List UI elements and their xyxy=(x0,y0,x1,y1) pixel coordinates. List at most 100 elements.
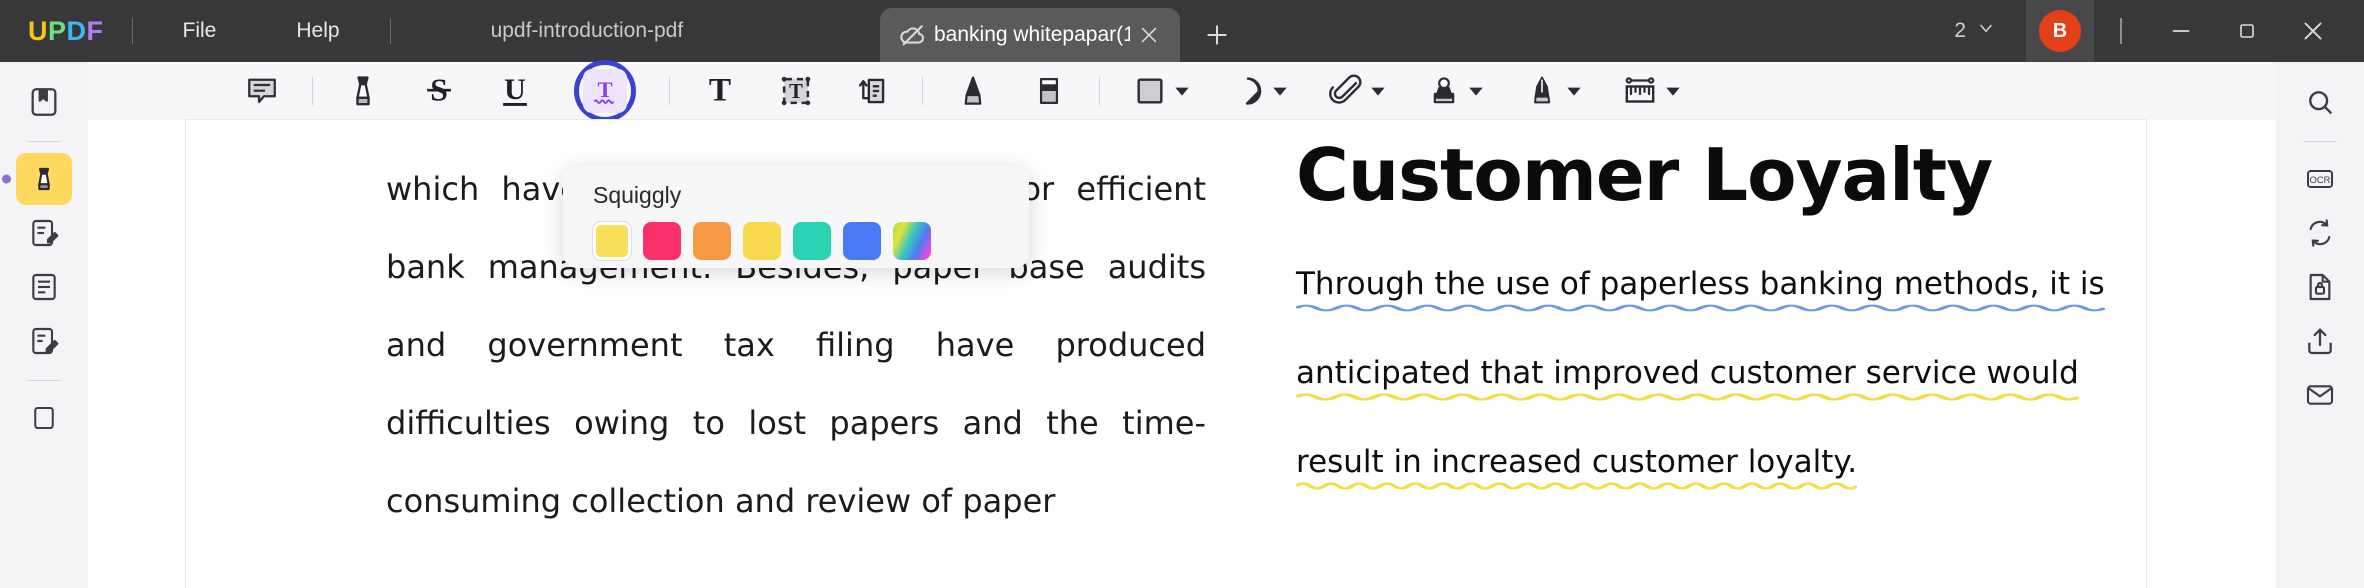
search-button[interactable] xyxy=(2292,76,2348,128)
logo-letter-u: U xyxy=(28,15,48,46)
document-heading: Customer Loyalty xyxy=(1296,133,1993,217)
svg-text:U: U xyxy=(504,72,526,106)
swatch-pink[interactable] xyxy=(643,222,681,260)
titlebar-divider-3 xyxy=(2120,18,2122,44)
share-button[interactable] xyxy=(2292,315,2348,367)
annotated-line-3[interactable]: result in increased customer loyalty. xyxy=(1296,436,1858,490)
tool-note[interactable] xyxy=(236,65,288,117)
tool-measure[interactable] xyxy=(1614,65,1688,117)
annotated-line-1[interactable]: Through the use of paperless banking met… xyxy=(1296,258,2105,312)
document-line-text: result in increased customer loyalty. xyxy=(1296,444,1858,480)
toolbar-divider-1 xyxy=(312,77,313,105)
tool-shape[interactable] xyxy=(1124,65,1198,117)
document-body: Through the use of paperless banking met… xyxy=(1296,258,2116,525)
tab-banking-whitepaper[interactable]: banking whitepapar(1)* xyxy=(880,8,1180,62)
sidebar-item-form[interactable] xyxy=(16,315,72,367)
title-bar: U P D F File Help updf-introduction-pdf … xyxy=(0,0,2364,62)
chevron-down-icon xyxy=(1370,87,1385,96)
toolbar-divider-2 xyxy=(669,77,670,105)
new-tab-button[interactable] xyxy=(1200,18,1234,52)
sidebar-item-reader[interactable] xyxy=(16,76,72,128)
chevron-down-icon xyxy=(1174,87,1189,96)
cloud-off-icon xyxy=(898,20,928,50)
swatch-yellow-selected[interactable] xyxy=(593,222,631,260)
sidebar-divider-2 xyxy=(27,380,61,381)
tool-underline[interactable]: U xyxy=(489,65,541,117)
chevron-down-icon xyxy=(1272,87,1287,96)
minimize-button[interactable] xyxy=(2148,0,2214,62)
close-window-button[interactable] xyxy=(2280,0,2346,62)
pdf-page[interactable]: which have always been obstacles for eff… xyxy=(186,120,2146,588)
tool-attachment[interactable] xyxy=(1320,65,1394,117)
sidebar-item-more[interactable] xyxy=(16,392,72,444)
tool-sticker[interactable] xyxy=(1222,65,1296,117)
squiggly-annotation-yellow-2 xyxy=(1296,482,1858,490)
squiggly-text-icon: T xyxy=(583,69,627,113)
sidebar-item-edit-pdf[interactable] xyxy=(16,207,72,259)
color-swatch-list xyxy=(593,222,931,260)
document-line-text: Through the use of paperless banking met… xyxy=(1296,266,2105,302)
ocr-button[interactable]: OCR xyxy=(2292,153,2348,205)
sidebar-divider-1 xyxy=(27,141,61,142)
logo-letter-d: D xyxy=(66,15,87,46)
chevron-down-icon xyxy=(1566,87,1581,96)
page-count-value: 2 xyxy=(1954,19,1966,42)
annotated-line-2[interactable]: anticipated that improved customer servi… xyxy=(1296,347,2079,401)
close-icon[interactable] xyxy=(1136,22,1162,48)
tool-highlight[interactable] xyxy=(337,65,389,117)
chevron-down-icon xyxy=(1665,87,1680,96)
menu-file[interactable]: File xyxy=(161,13,239,49)
tool-text-callout[interactable] xyxy=(846,65,898,117)
tool-text-box[interactable]: T xyxy=(770,65,822,117)
annotation-toolbar: S U T T T xyxy=(88,60,2276,122)
tool-stamp[interactable] xyxy=(1418,65,1492,117)
document-line-text: anticipated that improved customer servi… xyxy=(1296,355,2079,391)
tab-label: banking whitepapar(1)* xyxy=(934,23,1130,46)
svg-text:OCR: OCR xyxy=(2310,175,2331,185)
menu-help[interactable]: Help xyxy=(274,13,361,49)
mail-button[interactable] xyxy=(2292,369,2348,421)
chevron-down-icon xyxy=(1468,87,1483,96)
toolbar-divider-3 xyxy=(922,77,923,105)
document-viewer[interactable]: which have always been obstacles for eff… xyxy=(88,120,2276,588)
document-line-wrapper-1: Through the use of paperless banking met… xyxy=(1296,258,2116,347)
titlebar-divider-2 xyxy=(389,18,391,44)
tool-signature[interactable] xyxy=(1516,65,1590,117)
swatch-yellow[interactable] xyxy=(743,222,781,260)
sidebar-item-annotate[interactable] xyxy=(2,153,72,205)
right-sidebar: OCR xyxy=(2276,62,2364,588)
avatar: B xyxy=(2039,10,2081,52)
page-count-selector[interactable]: 2 xyxy=(1946,12,2004,50)
active-indicator-dot xyxy=(2,174,11,184)
swatch-teal[interactable] xyxy=(793,222,831,260)
window-controls-area: 2 B xyxy=(1946,0,2364,62)
swatch-rainbow[interactable] xyxy=(893,222,931,260)
logo-letter-p: P xyxy=(48,15,67,46)
tool-strikethrough[interactable]: S xyxy=(413,65,465,117)
tool-text[interactable]: T xyxy=(694,65,746,117)
document-line-wrapper-3: result in increased customer loyalty. xyxy=(1296,436,2116,525)
sidebar-item-organize-pages[interactable] xyxy=(16,261,72,313)
squiggly-annotation-yellow-1 xyxy=(1296,393,2079,401)
avatar-button[interactable]: B xyxy=(2026,0,2094,62)
titlebar-divider-1 xyxy=(131,18,133,44)
convert-button[interactable] xyxy=(2292,207,2348,259)
tab-updf-introduction[interactable]: updf-introduction-pdf xyxy=(491,19,684,43)
svg-text:T: T xyxy=(597,77,612,102)
protect-document-button[interactable] xyxy=(2292,261,2348,313)
popup-title: Squiggly xyxy=(593,182,682,208)
swatch-blue[interactable] xyxy=(843,222,881,260)
left-sidebar xyxy=(0,62,88,588)
maximize-button[interactable] xyxy=(2214,0,2280,62)
swatch-orange[interactable] xyxy=(693,222,731,260)
svg-text:T: T xyxy=(789,81,803,103)
squiggly-color-popup[interactable]: Squiggly xyxy=(563,166,1029,268)
toolbar-divider-4 xyxy=(1099,77,1100,105)
chevron-down-icon xyxy=(1976,18,1996,44)
tool-squiggly[interactable]: T xyxy=(574,60,636,122)
squiggly-annotation-blue xyxy=(1296,304,2105,312)
tool-pencil[interactable] xyxy=(947,65,999,117)
document-right-column: Customer Loyalty Through the use of pape… xyxy=(1296,130,2116,525)
svg-text:T: T xyxy=(709,72,731,109)
tool-eraser[interactable] xyxy=(1023,65,1075,117)
